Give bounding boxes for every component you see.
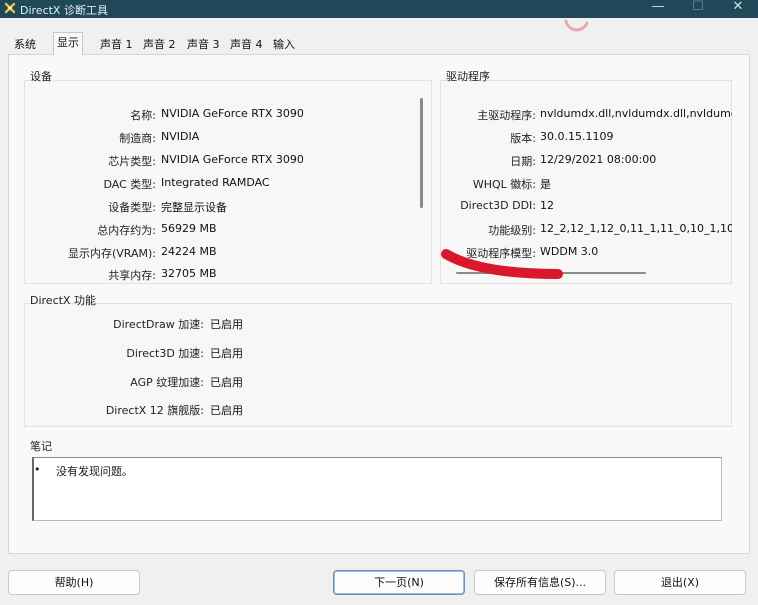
- tab-strip: 系统 显示 声音 1 声音 2 声音 3 声音 4 输入: [0, 32, 758, 55]
- dac-type-label: DAC 类型:: [103, 178, 157, 191]
- vram-label: 显示内存(VRAM):: [67, 247, 156, 260]
- tab-display[interactable]: 显示: [53, 32, 83, 55]
- date-label: 日期:: [510, 155, 536, 168]
- date-value: 12/29/2021 08:00:00: [540, 153, 657, 166]
- manufacturer-label: 制造商:: [119, 132, 156, 145]
- driver-model-value: WDDM 3.0: [540, 245, 599, 258]
- window-title: DirectX 诊断工具: [20, 4, 108, 17]
- device-scrollbar[interactable]: [420, 98, 423, 208]
- chip-type-label: 芯片类型:: [108, 155, 156, 168]
- notes-box[interactable]: [32, 457, 722, 521]
- tab-sound-3[interactable]: 声音 3: [184, 35, 223, 54]
- directx-app-icon: [4, 2, 16, 14]
- chip-type-value: NVIDIA GeForce RTX 3090: [161, 153, 304, 166]
- minimize-button[interactable]: —: [638, 0, 678, 18]
- next-page-button[interactable]: 下一页(N): [333, 570, 465, 595]
- agp-texture-accel-value: 已启用: [210, 376, 243, 389]
- tab-sound-2[interactable]: 声音 2: [140, 35, 179, 54]
- feature-levels-value: 12_2,12_1,12_0,11_1,11_0,10_1,10_0,9_: [540, 222, 732, 235]
- shared-memory-label: 共享内存:: [108, 269, 156, 282]
- agp-texture-accel-label: AGP 纹理加速:: [130, 376, 204, 389]
- notes-item: 没有发现问题。: [56, 465, 133, 478]
- loading-spinner-icon: [564, 19, 589, 32]
- title-bar: DirectX 诊断工具 — ☐ ✕: [0, 0, 758, 18]
- dac-type-value: Integrated RAMDAC: [161, 176, 270, 189]
- tab-sound-4[interactable]: 声音 4: [227, 35, 266, 54]
- help-button[interactable]: 帮助(H): [8, 570, 140, 595]
- vram-value: 24224 MB: [161, 245, 217, 258]
- d3d-ddi-label: Direct3D DDI:: [460, 199, 536, 212]
- manufacturer-value: NVIDIA: [161, 130, 200, 143]
- red-marker-stroke: [441, 249, 563, 279]
- whql-label: WHQL 徽标:: [472, 178, 536, 191]
- directdraw-accel-value: 已启用: [210, 318, 243, 331]
- directx12-ultimate-value: 已启用: [210, 404, 243, 417]
- device-name-value: NVIDIA GeForce RTX 3090: [161, 107, 304, 120]
- total-memory-label: 总内存约为:: [97, 224, 156, 237]
- direct3d-accel-label: Direct3D 加速:: [126, 347, 204, 360]
- device-name-label: 名称:: [130, 109, 156, 122]
- version-label: 版本:: [510, 132, 536, 145]
- feature-levels-label: 功能级别:: [488, 224, 536, 237]
- driver-group-title: 驱动程序: [446, 70, 490, 83]
- device-type-value: 完整显示设备: [161, 201, 227, 214]
- version-value: 30.0.15.1109: [540, 130, 614, 143]
- total-memory-value: 56929 MB: [161, 222, 217, 235]
- direct3d-accel-value: 已启用: [210, 347, 243, 360]
- directx12-ultimate-label: DirectX 12 旗舰版:: [105, 404, 204, 417]
- main-driver-value: nvldumdx.dll,nvldumdx.dll,nvldumdx.c: [540, 107, 732, 120]
- device-type-label: 设备类型:: [108, 201, 156, 214]
- directx-features-title: DirectX 功能: [30, 294, 96, 307]
- whql-value: 是: [540, 178, 551, 191]
- save-all-info-button[interactable]: 保存所有信息(S)...: [474, 570, 606, 595]
- exit-button[interactable]: 退出(X): [614, 570, 746, 595]
- directdraw-accel-label: DirectDraw 加速:: [113, 318, 204, 331]
- notes-bullet: •: [34, 463, 41, 476]
- tab-input[interactable]: 输入: [270, 35, 298, 54]
- close-button[interactable]: ✕: [718, 0, 758, 18]
- maximize-button[interactable]: ☐: [678, 0, 718, 18]
- device-group-title: 设备: [30, 70, 52, 83]
- d3d-ddi-value: 12: [540, 199, 554, 212]
- tab-system[interactable]: 系统: [11, 35, 39, 54]
- tab-sound-1[interactable]: 声音 1: [97, 35, 136, 54]
- main-driver-label: 主驱动程序:: [477, 109, 536, 122]
- shared-memory-value: 32705 MB: [161, 267, 217, 280]
- notes-title: 笔记: [30, 440, 52, 453]
